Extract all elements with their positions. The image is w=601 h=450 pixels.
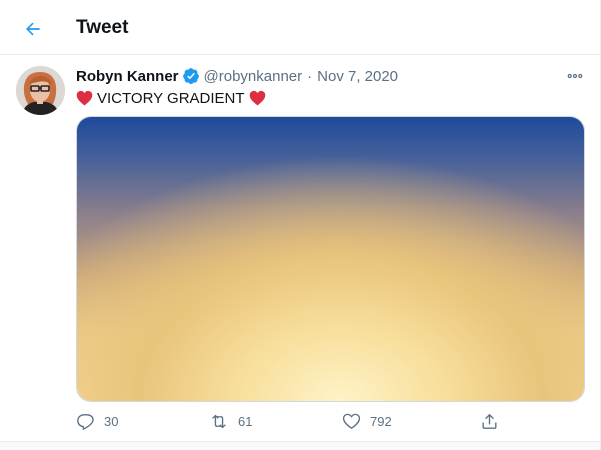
retweet-button[interactable]: 61	[209, 408, 252, 434]
retweet-count: 61	[238, 413, 253, 429]
tweet: Robyn Kanner @robynkanner · Nov 7, 2020 …	[0, 55, 601, 441]
page-title: Tweet	[76, 17, 129, 38]
avatar-image	[16, 66, 65, 115]
avatar[interactable]	[16, 66, 65, 115]
tweet-date[interactable]: Nov 7, 2020	[317, 68, 398, 85]
author-handle[interactable]: @robynkanner	[204, 68, 303, 85]
reply-icon	[77, 413, 94, 430]
more-button[interactable]	[562, 63, 588, 89]
retweet-icon	[212, 414, 226, 428]
tweet-text: VICTORY GRADIENT	[76, 88, 266, 108]
more-horizontal-icon	[567, 73, 583, 79]
top-bar: Tweet	[0, 0, 601, 55]
like-count: 792	[370, 413, 392, 429]
share-button[interactable]	[480, 408, 499, 434]
footer-spacer	[0, 442, 601, 450]
reply-button[interactable]: 30	[76, 408, 118, 434]
red-heart-icon	[76, 90, 93, 106]
author-name[interactable]: Robyn Kanner	[76, 68, 179, 85]
like-icon	[342, 413, 361, 429]
separator-dot: ·	[307, 67, 313, 85]
verified-badge-icon	[182, 67, 200, 85]
tweet-actions: 30 61 792	[76, 408, 585, 434]
tweet-body: VICTORY GRADIENT	[97, 89, 245, 107]
gradient-image	[77, 117, 584, 401]
arrow-left-icon	[26, 22, 40, 36]
share-icon	[482, 413, 497, 429]
red-heart-icon	[249, 90, 266, 106]
reply-count: 30	[104, 413, 119, 429]
like-button[interactable]: 792	[342, 408, 392, 434]
tweet-header: Robyn Kanner @robynkanner · Nov 7, 2020	[76, 66, 398, 86]
back-button[interactable]	[16, 12, 50, 46]
tweet-image[interactable]	[76, 116, 585, 402]
